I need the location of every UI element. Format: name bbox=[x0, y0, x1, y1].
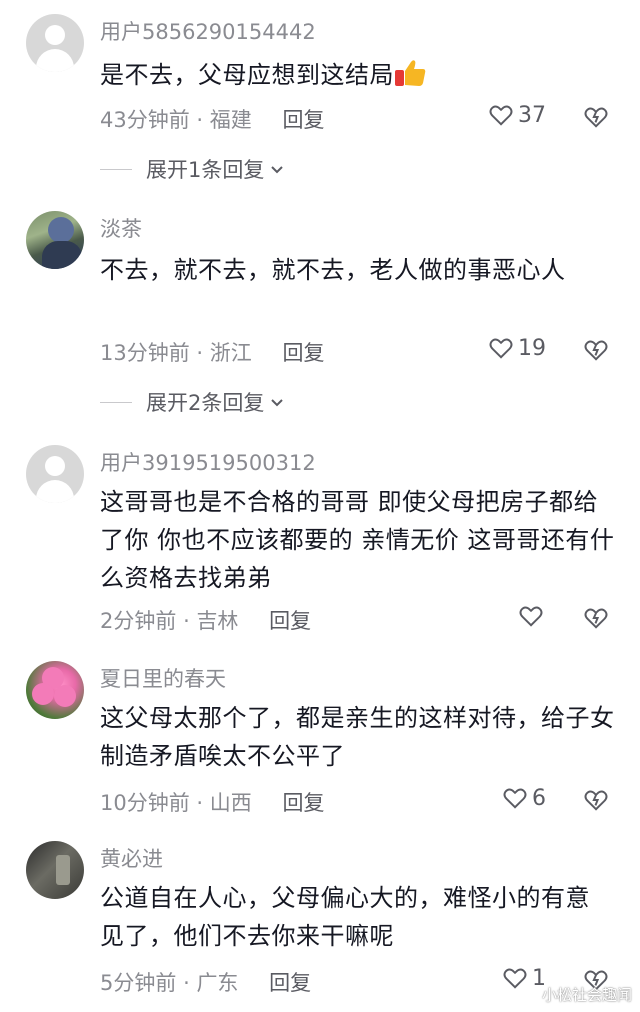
heart-icon bbox=[503, 788, 527, 809]
dislike-icon[interactable] bbox=[583, 104, 609, 130]
dislike-icon[interactable] bbox=[583, 605, 609, 631]
username[interactable]: 夏日里的春天 bbox=[100, 663, 226, 693]
comment-meta: 2分钟前 · 吉林 回复 bbox=[100, 605, 311, 635]
avatar[interactable] bbox=[26, 661, 84, 719]
like-button[interactable]: 37 bbox=[488, 102, 546, 128]
expand-replies-button[interactable]: 展开1条回复 bbox=[100, 154, 286, 184]
comment-text: 这父母太那个了，都是亲生的这样对待，给子女制造矛盾唉太不公平了 bbox=[100, 704, 615, 770]
comment-time: 43分钟前 bbox=[100, 108, 190, 132]
comment-time: 13分钟前 bbox=[100, 341, 190, 365]
separator: · bbox=[196, 791, 204, 815]
comment-location: 福建 bbox=[209, 108, 252, 132]
avatar[interactable] bbox=[26, 445, 84, 503]
separator: · bbox=[183, 971, 190, 995]
reply-button[interactable]: 回复 bbox=[269, 971, 311, 995]
avatar[interactable] bbox=[26, 14, 84, 72]
expand-label: 展开2条回复 bbox=[146, 391, 265, 415]
heart-icon bbox=[503, 968, 527, 989]
reply-button[interactable]: 回复 bbox=[282, 341, 324, 365]
separator: · bbox=[196, 341, 204, 365]
like-button[interactable] bbox=[518, 603, 548, 629]
like-count: 19 bbox=[518, 335, 546, 361]
comment-location: 吉林 bbox=[196, 609, 239, 633]
divider bbox=[100, 401, 132, 403]
comment-meta: 10分钟前 · 山西 回复 bbox=[100, 787, 324, 817]
comment-text: 是不去，父母应想到这结局 bbox=[100, 56, 620, 94]
comment-location: 浙江 bbox=[209, 341, 252, 365]
dislike-icon[interactable] bbox=[583, 337, 609, 363]
username[interactable]: 用户5856290154442 bbox=[100, 16, 316, 46]
comment-meta: 43分钟前 · 福建 回复 bbox=[100, 104, 324, 134]
comment-meta: 13分钟前 · 浙江 回复 bbox=[100, 337, 324, 367]
chevron-down-icon bbox=[271, 166, 284, 174]
like-button[interactable]: 6 bbox=[502, 785, 546, 811]
comment-location: 山西 bbox=[209, 791, 252, 815]
like-count: 6 bbox=[532, 785, 546, 811]
dislike-icon[interactable] bbox=[583, 787, 609, 813]
chevron-down-icon bbox=[271, 399, 284, 407]
separator: · bbox=[183, 609, 190, 633]
like-button[interactable]: 1 bbox=[502, 965, 546, 991]
like-count: 37 bbox=[518, 102, 546, 128]
username[interactable]: 淡茶 bbox=[100, 213, 142, 243]
heart-icon bbox=[489, 105, 513, 126]
comment-meta: 5分钟前 · 广东 回复 bbox=[100, 967, 311, 997]
reply-button[interactable]: 回复 bbox=[269, 609, 311, 633]
divider bbox=[100, 168, 132, 170]
separator: · bbox=[196, 108, 204, 132]
heart-icon bbox=[489, 338, 513, 359]
username[interactable]: 黄必进 bbox=[100, 843, 163, 873]
comment-text: 这哥哥也是不合格的哥哥 即使父母把房子都给了你 你也不应该都要的 亲情无价 这哥… bbox=[100, 488, 615, 592]
comment-time: 5分钟前 bbox=[100, 971, 177, 995]
thumbs-up-emoji-icon bbox=[394, 58, 428, 88]
comment-text: 公道自在人心，父母偏心大的，难怪小的有意见了，他们不去你来干嘛呢 bbox=[100, 884, 590, 950]
expand-replies-button[interactable]: 展开2条回复 bbox=[100, 387, 286, 417]
reply-button[interactable]: 回复 bbox=[282, 108, 324, 132]
like-button[interactable]: 19 bbox=[488, 335, 546, 361]
comment-text: 不去，就不去，就不去，老人做的事恶心人 bbox=[100, 256, 566, 284]
watermark: 小松社会趣闻 bbox=[541, 986, 632, 1004]
username[interactable]: 用户3919519500312 bbox=[100, 447, 316, 477]
comment-location: 广东 bbox=[196, 971, 239, 995]
avatar[interactable] bbox=[26, 211, 84, 269]
expand-label: 展开1条回复 bbox=[146, 158, 265, 182]
avatar[interactable] bbox=[26, 841, 84, 899]
heart-icon bbox=[519, 606, 543, 627]
comment-time: 2分钟前 bbox=[100, 609, 177, 633]
reply-button[interactable]: 回复 bbox=[282, 791, 324, 815]
comment-time: 10分钟前 bbox=[100, 791, 190, 815]
